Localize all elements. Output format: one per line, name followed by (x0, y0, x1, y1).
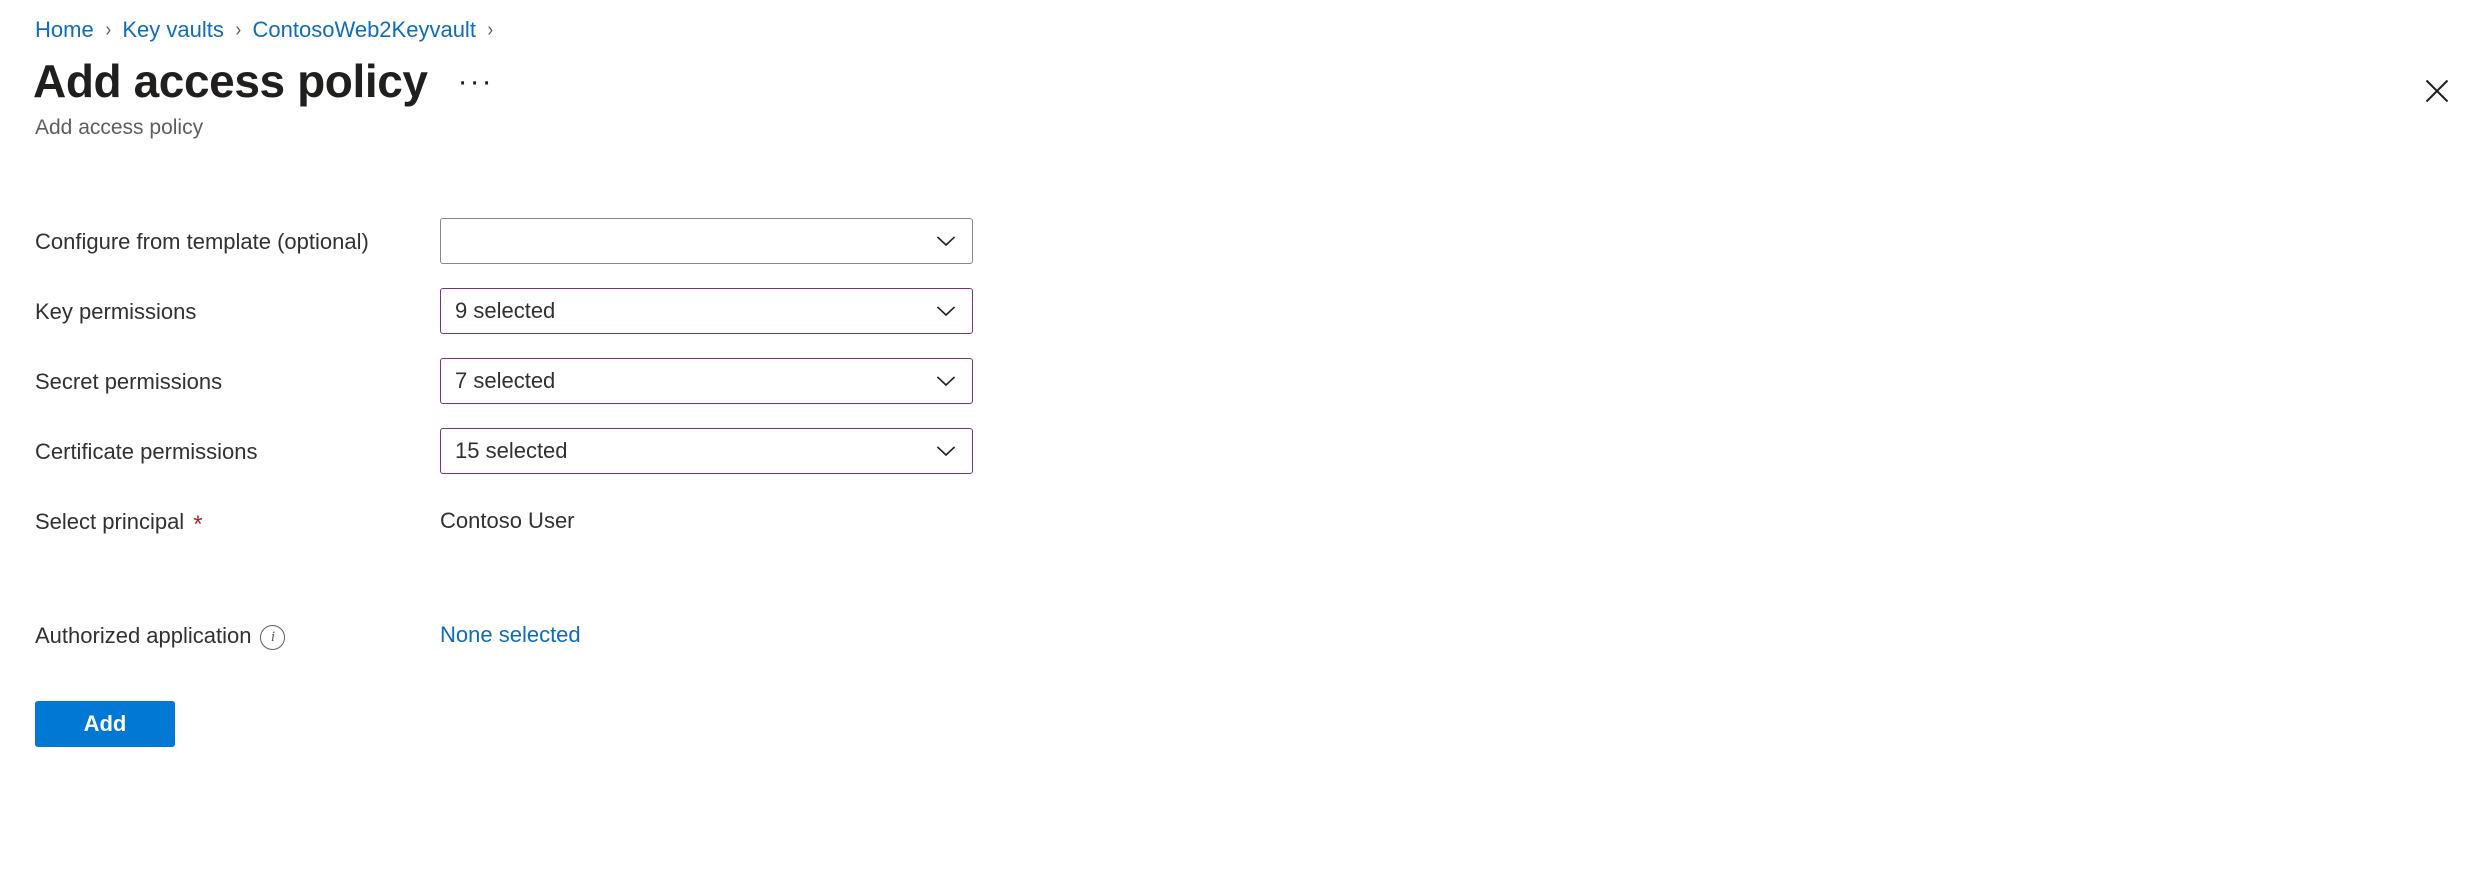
label-text: Secret permissions (35, 369, 223, 394)
dropdown-value: 15 selected (455, 438, 568, 463)
page-title: Add access policy (33, 55, 428, 107)
dropdown-value: 9 selected (455, 298, 556, 323)
field-secret-permissions: 7 selected (440, 358, 973, 404)
close-icon[interactable] (2414, 68, 2460, 114)
label-text: Key permissions (35, 299, 197, 324)
label-certificate-permissions: Certificate permissions (0, 428, 440, 467)
form-row-authorized-application: Authorized application i None selected (0, 612, 2492, 672)
dropdown-certificate-permissions[interactable]: 15 selected (440, 428, 973, 474)
label-text: Authorized application (35, 623, 252, 648)
form-row-configure-from-template: Configure from template (optional) (0, 218, 2492, 288)
field-select-principal: Contoso User (440, 498, 575, 536)
breadcrumb: Home › Key vaults › ContosoWeb2Keyvault … (35, 14, 505, 46)
dropdown-configure-from-template[interactable] (440, 218, 973, 264)
field-authorized-application: None selected (440, 612, 581, 650)
breadcrumb-item-key-vaults[interactable]: Key vaults (122, 14, 224, 46)
add-access-policy-blade: Home › Key vaults › ContosoWeb2Keyvault … (0, 0, 2492, 892)
add-button[interactable]: Add (35, 701, 175, 747)
label-secret-permissions: Secret permissions (0, 358, 440, 397)
label-text: Configure from template (optional) (35, 229, 369, 254)
form-row-certificate-permissions: Certificate permissions 15 selected (0, 428, 2492, 498)
breadcrumb-separator: › (487, 19, 494, 41)
form-row-secret-permissions: Secret permissions 7 selected (0, 358, 2492, 428)
field-certificate-permissions: 15 selected (440, 428, 973, 474)
access-policy-form: Configure from template (optional) Key p… (0, 218, 2492, 672)
authorized-application-link[interactable]: None selected (440, 612, 581, 650)
label-authorized-application: Authorized application i (0, 612, 440, 651)
chevron-down-icon (933, 298, 959, 324)
breadcrumb-separator: › (235, 19, 242, 41)
info-icon[interactable]: i (260, 624, 286, 650)
selected-principal-value[interactable]: Contoso User (440, 498, 575, 536)
title-row: Add access policy ··· (33, 53, 498, 109)
label-select-principal: Select principal * (0, 498, 440, 537)
more-options-icon[interactable]: ··· (454, 67, 498, 97)
label-text: Select principal (35, 509, 185, 534)
form-row-select-principal: Select principal * Contoso User (0, 498, 2492, 612)
field-configure-from-template (440, 218, 973, 264)
breadcrumb-item-contosoweb2keyvault[interactable]: ContosoWeb2Keyvault (253, 14, 476, 46)
dropdown-secret-permissions[interactable]: 7 selected (440, 358, 973, 404)
page-subtitle: Add access policy (35, 116, 204, 139)
label-text: Certificate permissions (35, 439, 258, 464)
breadcrumb-separator: › (105, 19, 111, 41)
form-row-key-permissions: Key permissions 9 selected (0, 288, 2492, 358)
chevron-down-icon (933, 438, 959, 464)
dropdown-key-permissions[interactable]: 9 selected (440, 288, 973, 334)
chevron-down-icon (933, 368, 959, 394)
label-key-permissions: Key permissions (0, 288, 440, 327)
label-configure-from-template: Configure from template (optional) (0, 218, 440, 257)
required-indicator: * (193, 511, 203, 538)
breadcrumb-item-home[interactable]: Home (35, 14, 94, 46)
dropdown-value: 7 selected (455, 368, 556, 393)
chevron-down-icon (933, 228, 959, 254)
field-key-permissions: 9 selected (440, 288, 973, 334)
